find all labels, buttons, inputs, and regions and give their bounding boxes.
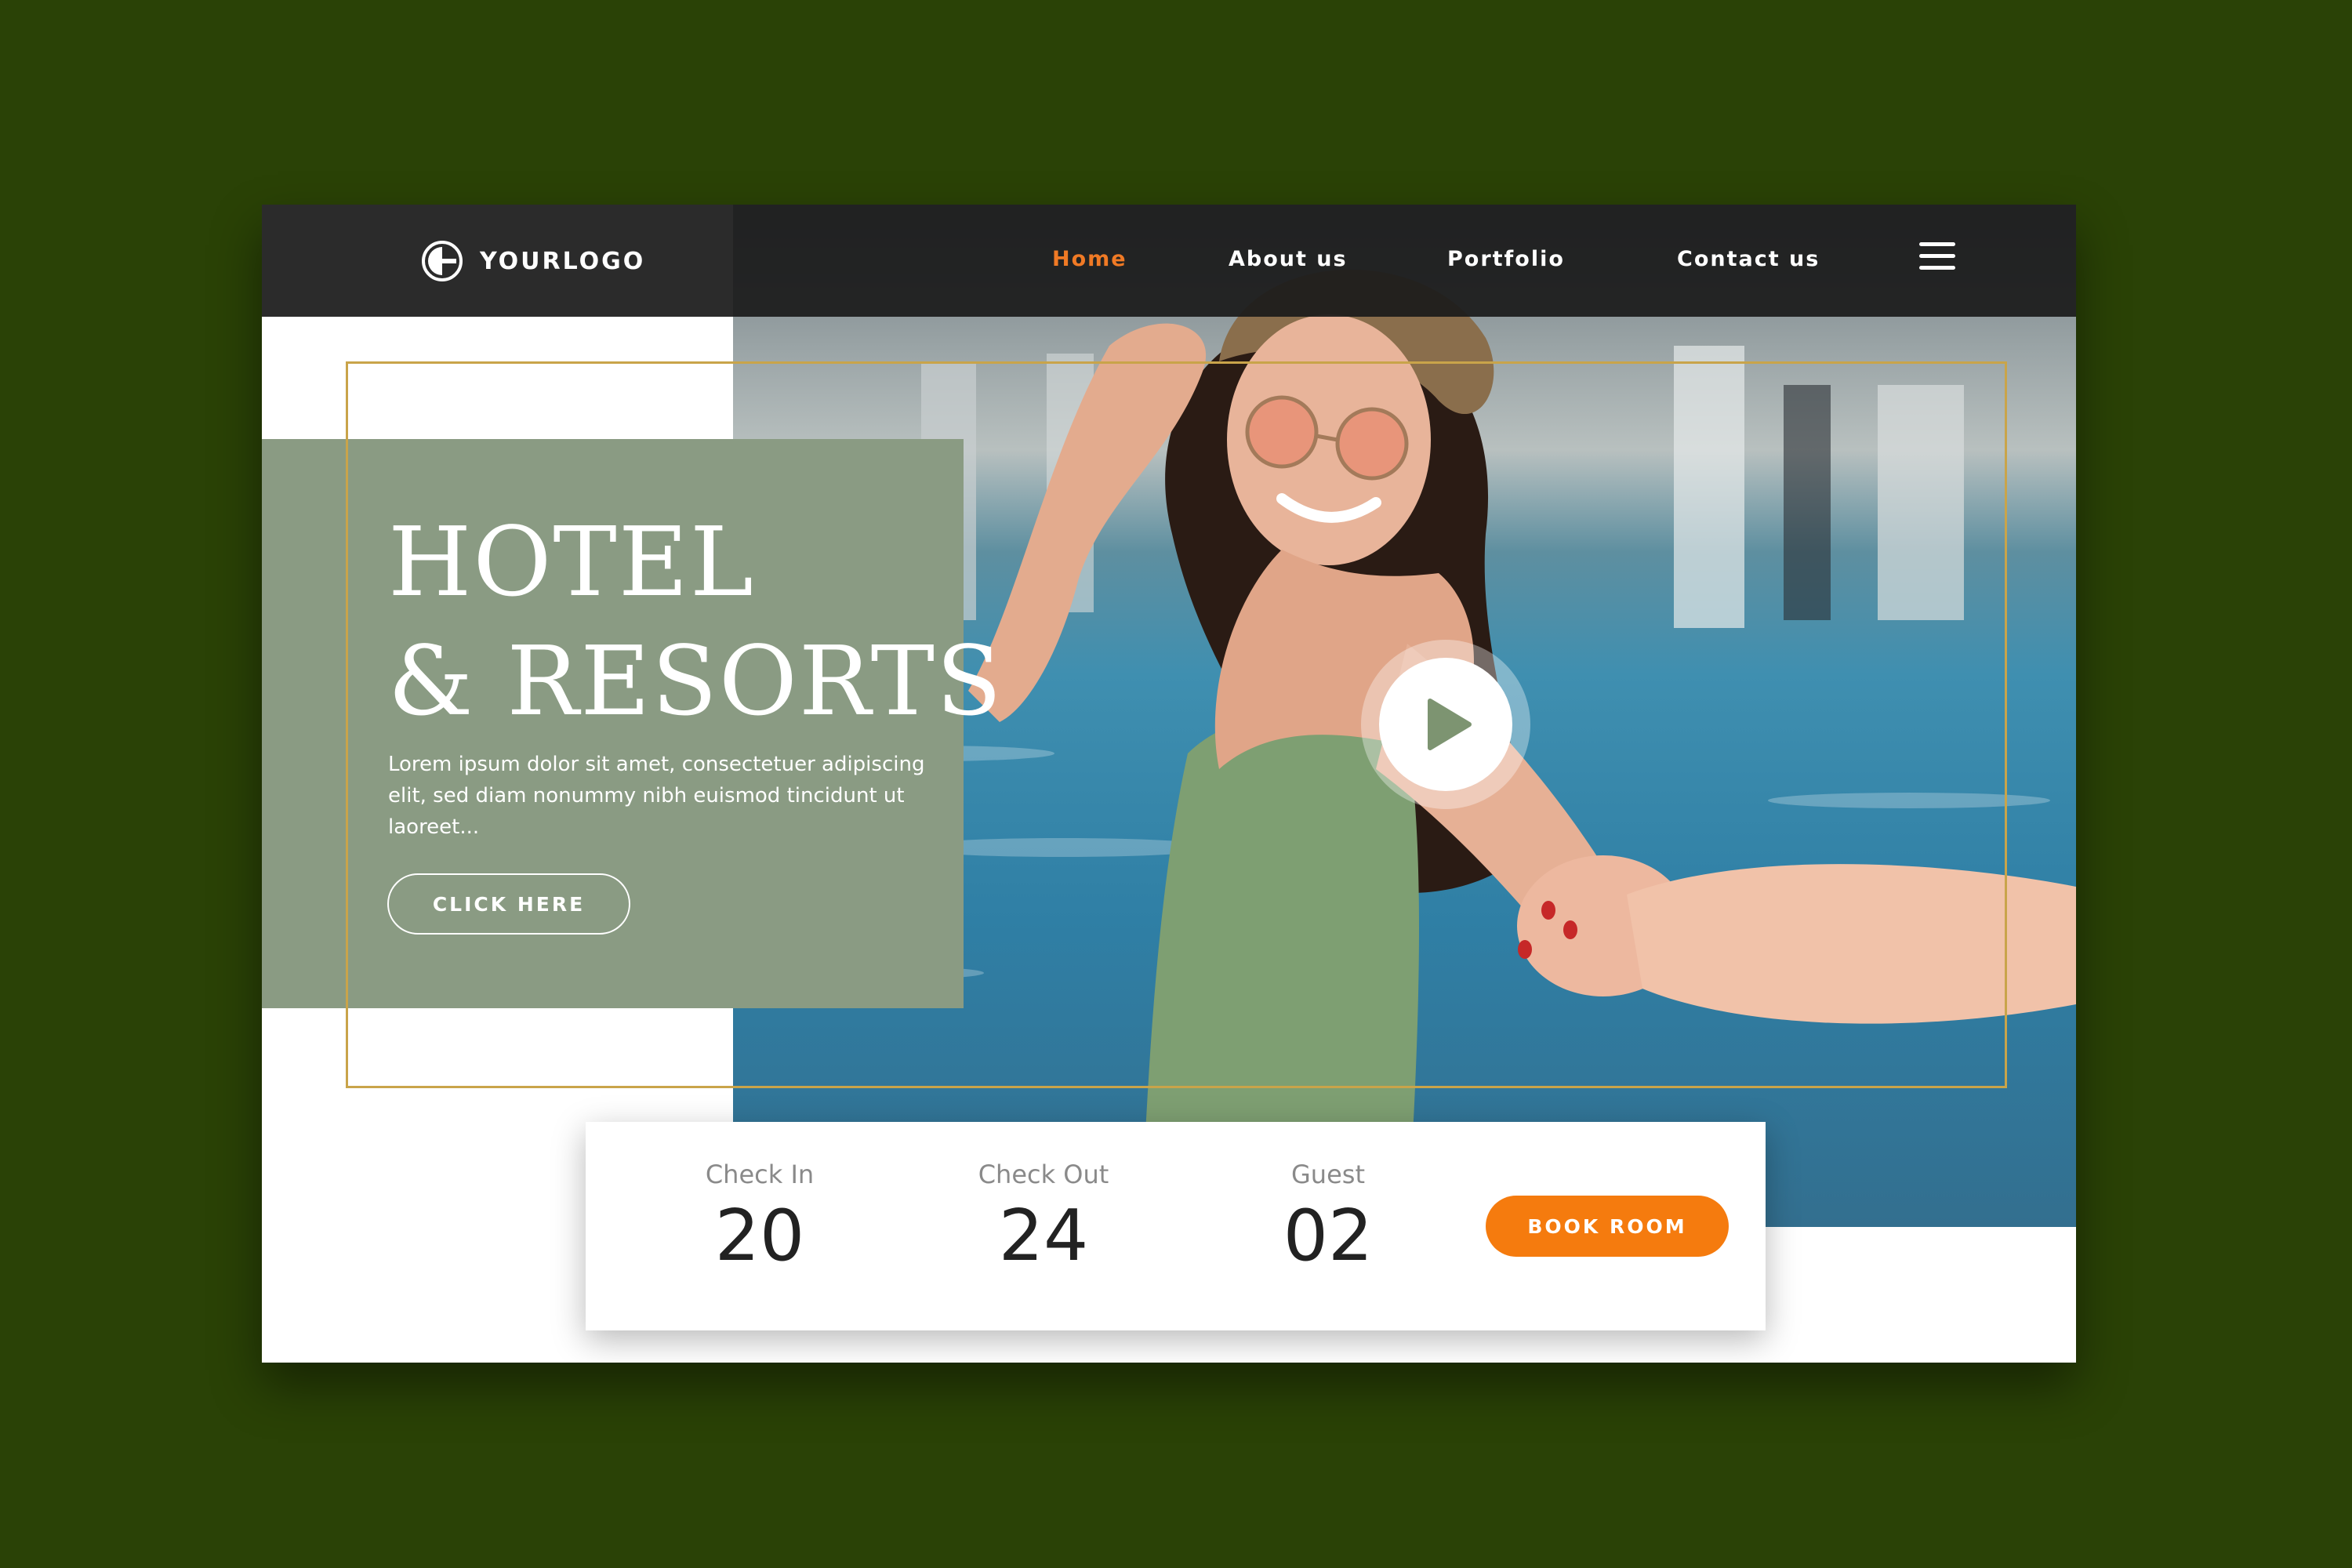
book-room-button[interactable]: BOOK ROOM: [1486, 1196, 1729, 1257]
nav-contact-us[interactable]: Contact us: [1677, 244, 1820, 275]
play-icon: [1428, 699, 1472, 750]
nav-about-us[interactable]: About us: [1229, 244, 1348, 275]
main-nav: Home About us Portfolio Contact us: [262, 205, 2076, 317]
hero-description: Lorem ipsum dolor sit amet, consectetuer…: [388, 753, 925, 839]
play-video-button[interactable]: [1361, 640, 1530, 809]
hero-title-line2: & RESORTS: [388, 626, 1004, 737]
check-in-field[interactable]: Check In 20: [658, 1160, 862, 1276]
guest-label: Guest: [1291, 1160, 1365, 1189]
booking-bar: Check In 20 Check Out 24 Guest 02 BOOK R…: [586, 1122, 1766, 1330]
play-button-circle: [1379, 658, 1512, 791]
check-in-label: Check In: [705, 1160, 815, 1189]
hero-title-line1: HOTEL: [388, 506, 755, 618]
guest-value: 02: [1283, 1195, 1374, 1277]
hamburger-menu-icon[interactable]: [1919, 242, 1955, 274]
nav-home[interactable]: Home: [1052, 244, 1127, 275]
landing-page-mockup: YOURLOGO Home About us Portfolio Contact…: [262, 205, 2076, 1363]
check-out-value: 24: [998, 1195, 1089, 1277]
check-in-value: 20: [714, 1195, 805, 1277]
hero-title: HOTEL & RESORTS: [388, 503, 1004, 741]
site-header: YOURLOGO Home About us Portfolio Contact…: [262, 205, 2076, 317]
nav-portfolio[interactable]: Portfolio: [1447, 244, 1565, 275]
click-here-button[interactable]: CLICK HERE: [387, 873, 630, 935]
check-out-label: Check Out: [978, 1160, 1109, 1189]
guest-field[interactable]: Guest 02: [1226, 1160, 1430, 1276]
check-out-field[interactable]: Check Out 24: [942, 1160, 1145, 1276]
